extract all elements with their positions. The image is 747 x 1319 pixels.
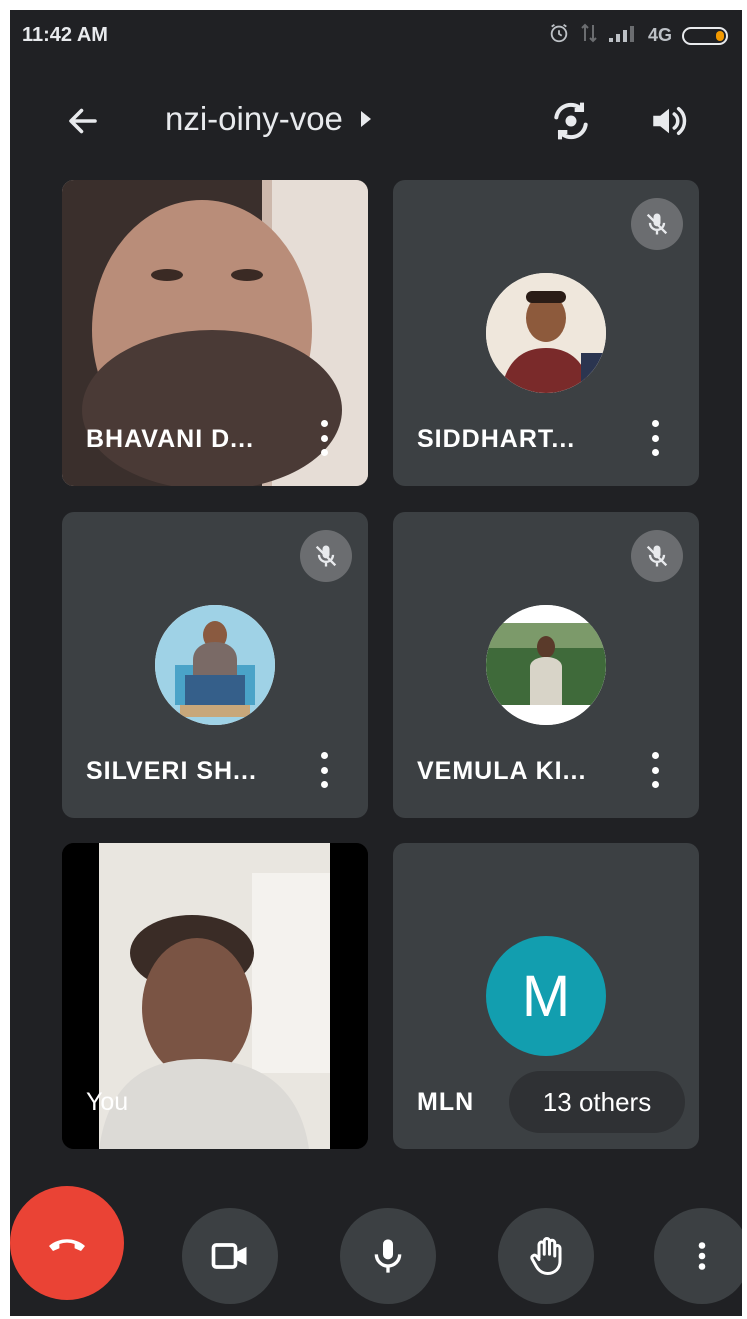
participant-tile-vemula[interactable]: VEMULA KI... — [393, 512, 699, 818]
participant-name: You — [86, 1088, 129, 1116]
more-vert-icon[interactable] — [316, 752, 332, 788]
meeting-code: nzi-oiny-voe — [165, 100, 343, 137]
microphone-button[interactable] — [340, 1208, 436, 1304]
switch-camera-icon[interactable] — [546, 96, 596, 146]
back-arrow-icon[interactable] — [60, 98, 106, 144]
signal-icon — [608, 23, 638, 48]
mic-off-icon — [300, 530, 352, 582]
mic-off-icon — [631, 530, 683, 582]
meeting-code-button[interactable]: nzi-oiny-voe — [165, 100, 371, 138]
others-count-chip[interactable]: 13 others — [509, 1071, 685, 1133]
end-call-icon — [49, 1239, 85, 1251]
participant-tile-bhavani[interactable]: BHAVANI D... — [62, 180, 368, 486]
status-bar: 11:42 AM 4G — [10, 10, 742, 60]
status-icons: 4G — [548, 22, 728, 49]
more-vert-icon[interactable] — [647, 420, 663, 456]
participant-name: BHAVANI D... — [86, 425, 255, 453]
participant-name: VEMULA KI... — [417, 757, 587, 785]
raise-hand-button[interactable] — [498, 1208, 594, 1304]
battery-icon — [682, 26, 728, 45]
avatar — [486, 605, 606, 725]
speaker-icon[interactable] — [644, 96, 694, 146]
raise-hand-icon — [530, 1237, 562, 1275]
microphone-icon — [374, 1239, 402, 1273]
data-transfer-icon — [580, 22, 598, 49]
participant-tile-silveri[interactable]: SILVERI SH... — [62, 512, 368, 818]
more-options-button[interactable] — [654, 1208, 742, 1304]
avatar — [155, 605, 275, 725]
top-bar: nzi-oiny-voe — [10, 80, 742, 160]
meeting-details-chevron-icon — [360, 111, 371, 127]
more-vert-icon[interactable] — [647, 752, 663, 788]
call-controls — [10, 1180, 742, 1316]
more-vert-icon[interactable] — [316, 420, 332, 456]
participant-name: MLN — [417, 1088, 475, 1116]
network-label: 4G — [647, 25, 672, 45]
self-video-tile[interactable]: You — [62, 843, 368, 1149]
participant-name: SILVERI SH... — [86, 757, 257, 785]
alarm-icon — [548, 22, 570, 49]
mic-off-icon — [631, 198, 683, 250]
camera-icon — [211, 1243, 247, 1269]
more-options-icon — [698, 1242, 706, 1270]
status-time: 11:42 AM — [22, 24, 108, 46]
avatar: M — [486, 936, 606, 1056]
end-call-button[interactable] — [10, 1186, 124, 1300]
avatar — [486, 273, 606, 393]
participant-name: SIDDHART... — [417, 425, 576, 453]
participant-tile-others[interactable]: M MLN 13 others — [393, 843, 699, 1149]
meet-screen: 11:42 AM 4G nzi-oiny-voe BHAVANI D... SI… — [10, 10, 742, 1316]
camera-button[interactable] — [182, 1208, 278, 1304]
participant-tile-siddhart[interactable]: SIDDHART... — [393, 180, 699, 486]
